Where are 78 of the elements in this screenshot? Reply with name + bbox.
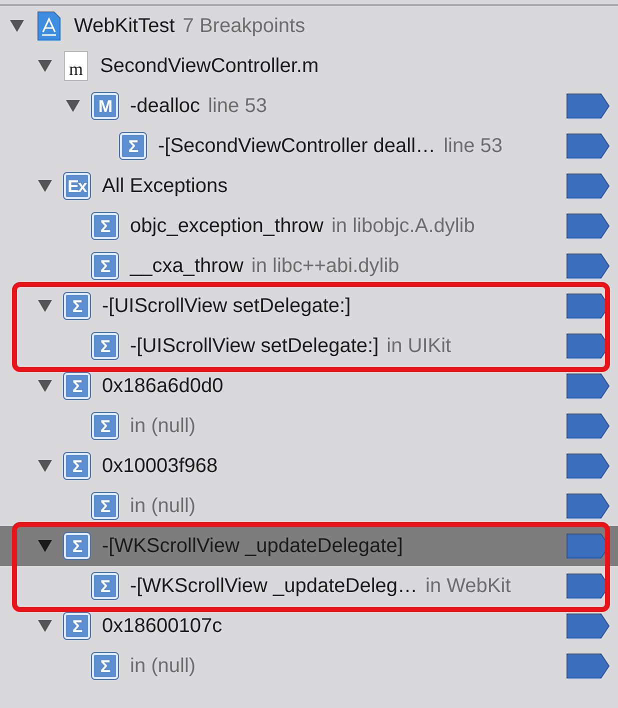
breakpoint-type-icon: Σ (92, 413, 118, 439)
breakpoint-row[interactable]: Σ objc_exception_throw in libobjc.A.dylib (0, 206, 618, 246)
breakpoint-detail: line 53 (208, 94, 267, 119)
breakpoint-type-icon: Σ (64, 293, 90, 319)
breakpoint-row[interactable]: Σ 0x186a6d0d0 (0, 366, 618, 406)
breakpoint-type-icon: Σ (92, 573, 118, 599)
breakpoint-type-icon: Σ (64, 613, 90, 639)
breakpoint-row[interactable]: WebKitTest 7 Breakpoints (0, 6, 618, 46)
breakpoint-type-icon: Σ (92, 653, 118, 679)
disclosure-triangle-icon[interactable] (37, 59, 53, 73)
disclosure-triangle-icon[interactable] (37, 379, 53, 393)
breakpoint-type-icon: Σ (92, 493, 118, 519)
breakpoint-indicator-icon[interactable] (566, 213, 610, 239)
breakpoint-name: -[SecondViewController deall… (158, 134, 436, 159)
breakpoint-indicator-icon[interactable] (566, 453, 610, 479)
breakpoint-indicator-icon[interactable] (566, 653, 610, 679)
disclosure-triangle-icon[interactable] (37, 459, 53, 473)
breakpoint-row[interactable]: Ex All Exceptions (0, 166, 618, 206)
project-file-icon (36, 11, 62, 41)
breakpoint-name: -[WKScrollView _updateDelegate] (102, 534, 403, 559)
breakpoint-type-icon: Ex (64, 173, 90, 199)
breakpoint-row[interactable]: Σ -[UIScrollView setDelegate:] (0, 286, 618, 326)
breakpoint-row[interactable]: m SecondViewController.m (0, 46, 618, 86)
disclosure-triangle-icon[interactable] (37, 619, 53, 633)
breakpoint-detail: in UIKit (386, 334, 452, 359)
breakpoint-row[interactable]: Σ -[SecondViewController deall… line 53 (0, 126, 618, 166)
breakpoint-indicator-icon[interactable] (566, 173, 610, 199)
breakpoint-detail: in libc++abi.dylib (251, 254, 400, 279)
breakpoint-detail: in (null) (130, 494, 196, 519)
disclosure-triangle-icon[interactable] (65, 99, 81, 113)
disclosure-triangle-icon[interactable] (37, 179, 53, 193)
breakpoint-indicator-icon[interactable] (566, 373, 610, 399)
breakpoint-detail: in WebKit (426, 574, 511, 599)
disclosure-triangle-icon[interactable] (37, 299, 53, 313)
breakpoint-indicator-icon[interactable] (566, 133, 610, 159)
breakpoint-row[interactable]: Σ in (null) (0, 406, 618, 446)
disclosure-triangle-icon[interactable] (9, 19, 25, 33)
breakpoint-name: 0x18600107c (102, 614, 222, 639)
breakpoint-row[interactable]: Σ in (null) (0, 486, 618, 526)
source-file-icon: m (64, 51, 88, 81)
breakpoint-detail: line 53 (444, 134, 502, 159)
breakpoint-indicator-icon[interactable] (566, 413, 610, 439)
breakpoint-name: objc_exception_throw (130, 214, 324, 239)
breakpoint-name: 0x186a6d0d0 (102, 374, 224, 399)
breakpoint-type-icon: Σ (64, 453, 90, 479)
breakpoint-row[interactable]: Σ 0x18600107c (0, 606, 618, 646)
breakpoint-detail: in (null) (130, 654, 196, 679)
breakpoint-name: -[WKScrollView _updateDeleg… (130, 574, 418, 599)
breakpoint-name: -dealloc (130, 94, 200, 119)
breakpoint-name: All Exceptions (102, 174, 228, 199)
breakpoint-name: WebKitTest (74, 14, 175, 39)
breakpoint-detail: 7 Breakpoints (182, 14, 306, 39)
breakpoint-name: -[UIScrollView setDelegate:] (130, 334, 379, 359)
breakpoint-type-icon: M (92, 93, 118, 119)
breakpoint-row[interactable]: Σ -[WKScrollView _updateDeleg… in WebKit (0, 566, 618, 606)
breakpoint-detail: in libobjc.A.dylib (331, 214, 475, 239)
breakpoint-row[interactable]: Σ __cxa_throw in libc++abi.dylib (0, 246, 618, 286)
breakpoint-type-icon: Σ (64, 373, 90, 399)
breakpoint-name: SecondViewController.m (100, 54, 319, 79)
breakpoint-name: -[UIScrollView setDelegate:] (102, 294, 351, 319)
breakpoint-detail: in (null) (130, 414, 196, 439)
breakpoint-type-icon: Σ (64, 533, 90, 559)
breakpoint-name: 0x10003f968 (102, 454, 218, 479)
breakpoint-indicator-icon[interactable] (566, 493, 610, 519)
breakpoint-type-icon: Σ (92, 213, 118, 239)
breakpoint-type-icon: Σ (92, 253, 118, 279)
breakpoint-row[interactable]: Σ -[UIScrollView setDelegate:] in UIKit (0, 326, 618, 366)
breakpoint-row[interactable]: M -dealloc line 53 (0, 86, 618, 126)
breakpoint-name: __cxa_throw (130, 254, 244, 279)
disclosure-triangle-icon[interactable] (37, 539, 53, 553)
breakpoint-indicator-icon[interactable] (566, 613, 610, 639)
breakpoint-indicator-icon[interactable] (566, 93, 610, 119)
breakpoint-type-icon: Σ (92, 333, 118, 359)
breakpoint-row[interactable]: Σ 0x10003f968 (0, 446, 618, 486)
breakpoint-row[interactable]: Σ -[WKScrollView _updateDelegate] (0, 526, 618, 566)
breakpoint-type-icon: Σ (120, 133, 146, 159)
breakpoint-row[interactable]: Σ in (null) (0, 646, 618, 686)
breakpoint-indicator-icon[interactable] (566, 253, 610, 279)
